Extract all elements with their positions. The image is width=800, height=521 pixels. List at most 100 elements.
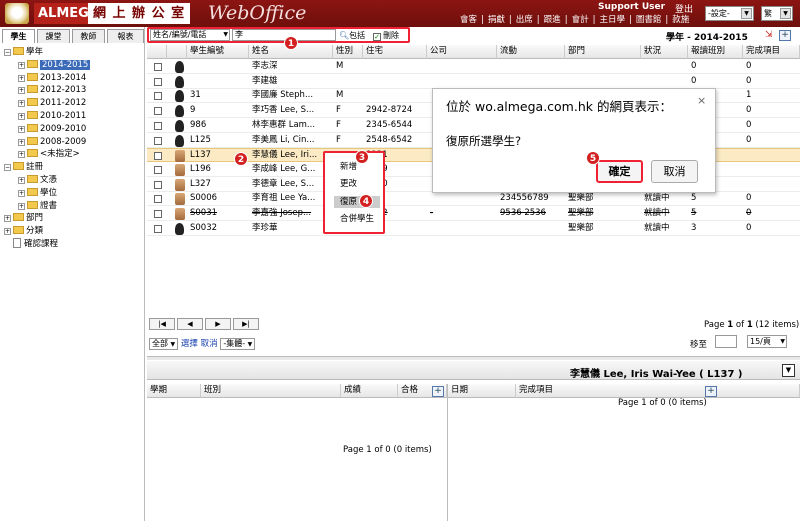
contains-search-button[interactable]: 🔍︎包括 <box>339 30 365 41</box>
column-header[interactable]: 狀況 <box>641 45 688 59</box>
first-page-button[interactable]: |◀ <box>149 318 175 330</box>
row-checkbox[interactable] <box>154 180 162 189</box>
last-page-button[interactable]: ▶| <box>233 318 259 330</box>
row-checkbox[interactable] <box>154 92 162 101</box>
tree-node[interactable]: + 文憑 <box>18 174 57 187</box>
language-select[interactable]: 繁 ▼ <box>761 6 793 21</box>
expand-icon[interactable]: + <box>18 74 25 82</box>
tree-node[interactable]: + 證書 <box>18 200 57 213</box>
close-icon[interactable]: × <box>697 94 706 107</box>
expand-icon[interactable]: + <box>18 138 25 146</box>
table-row[interactable]: 李志深 M 0 0 <box>147 60 800 74</box>
current-user[interactable]: Support User <box>598 2 665 12</box>
expand-icon[interactable]: + <box>18 61 25 69</box>
cancel-link[interactable]: 取消 <box>201 339 218 349</box>
tree-node[interactable]: +2013-2014 <box>18 72 86 85</box>
tree-node[interactable]: 確認課程 <box>4 238 58 251</box>
nav-item[interactable]: 會計 <box>572 15 589 25</box>
collapse-icon[interactable]: − <box>4 164 11 172</box>
settings-select[interactable]: -設定- ▼ <box>705 6 754 21</box>
nav-item[interactable]: 會客 <box>460 15 477 25</box>
tab-classes[interactable]: 課堂 <box>37 29 70 43</box>
menu-item-restore[interactable]: 復原 <box>334 196 380 208</box>
table-row[interactable]: 李建雄 0 0 <box>147 75 800 89</box>
tree-node[interactable]: +2010-2011 <box>18 110 86 123</box>
add-item-button[interactable]: + <box>705 386 717 397</box>
column-header[interactable]: 流動 <box>497 45 565 59</box>
expand-icon[interactable]: + <box>18 177 25 184</box>
tab-reports[interactable]: 報表 <box>107 29 144 43</box>
column-header[interactable]: 報讀班別 <box>688 45 743 59</box>
add-student-button[interactable]: + <box>779 30 791 41</box>
column-header[interactable]: 公司 <box>427 45 497 59</box>
column-header[interactable] <box>147 45 167 59</box>
expand-icon[interactable]: + <box>4 215 11 223</box>
tab-teachers[interactable]: 教師 <box>72 29 105 43</box>
deleted-checkbox[interactable]: ✓ 刪除 <box>373 30 399 41</box>
menu-item-add[interactable]: 新增 <box>334 161 380 173</box>
expand-icon[interactable]: + <box>18 100 25 108</box>
add-record-button[interactable]: + <box>432 386 444 397</box>
scope-select[interactable]: 全部 ▼ <box>149 337 179 350</box>
tree-node[interactable]: +2014-2015 <box>18 59 91 72</box>
column-header[interactable]: 學生編號 <box>187 45 249 59</box>
nav-item[interactable]: 圖書館 <box>636 15 662 25</box>
export-icon[interactable]: ⇲ <box>765 30 775 40</box>
column-header[interactable] <box>167 45 187 59</box>
row-checkbox[interactable] <box>154 107 162 116</box>
tree-node[interactable]: +2012-2013 <box>18 84 86 97</box>
group-select[interactable]: -集體- ▼ <box>220 337 256 350</box>
tree-node[interactable]: +2008-2009 <box>18 136 86 149</box>
expand-icon[interactable]: + <box>18 125 25 133</box>
expand-icon[interactable]: + <box>4 228 11 236</box>
column-header[interactable]: 完成項目 <box>743 45 800 59</box>
expand-icon[interactable]: + <box>18 202 25 210</box>
column-header[interactable]: 部門 <box>565 45 641 59</box>
table-row[interactable]: S0006 李育祖 Lee Ya... 234556789 聖樂部 就讀中 5 0 <box>147 192 800 207</box>
nav-item[interactable]: 跟進 <box>544 15 561 25</box>
row-checkbox[interactable] <box>154 210 162 218</box>
row-checkbox[interactable] <box>154 224 162 233</box>
row-checkbox[interactable] <box>154 77 162 86</box>
cancel-button[interactable]: 取消 <box>651 160 698 183</box>
nav-item[interactable]: 款施 <box>672 15 689 25</box>
row-checkbox[interactable] <box>154 165 162 174</box>
menu-item-merge[interactable]: 合併學生 <box>334 213 380 225</box>
select-link[interactable]: 選擇 <box>181 339 198 349</box>
ok-button[interactable]: 確定 <box>596 160 643 183</box>
search-field-select[interactable]: 姓名/編號/電話 ▼ <box>150 29 230 41</box>
tree-node[interactable]: − 註冊 <box>4 161 43 174</box>
prev-page-button[interactable]: ◀ <box>177 318 203 330</box>
table-row[interactable]: S0031李嘉強 Josep...9512-9536 2536聖樂部就讀中50 <box>147 207 800 221</box>
table-row[interactable]: S0032李珍華F聖樂部就讀中30 <box>147 222 800 236</box>
detail-menu-button[interactable]: ▼ <box>782 364 795 377</box>
row-checkbox[interactable] <box>154 121 162 130</box>
nav-item[interactable]: 捐獻 <box>488 15 505 25</box>
row-checkbox[interactable] <box>154 63 162 71</box>
page-number-input[interactable] <box>715 335 737 348</box>
nav-item[interactable]: 主日學 <box>599 15 625 25</box>
collapse-icon[interactable]: − <box>4 49 11 56</box>
panel-splitter[interactable] <box>147 356 800 360</box>
row-checkbox[interactable] <box>154 195 162 204</box>
row-checkbox[interactable] <box>154 136 162 145</box>
tree-node[interactable]: + 學位 <box>18 187 57 200</box>
column-header[interactable]: 性別 <box>333 45 363 59</box>
page-size-select[interactable]: 15/頁 ▼ <box>747 335 787 348</box>
row-checkbox[interactable] <box>154 152 162 161</box>
expand-icon[interactable]: + <box>18 87 25 95</box>
expand-icon[interactable]: + <box>18 189 25 197</box>
tree-node[interactable]: +2009-2010 <box>18 123 86 136</box>
nav-item[interactable]: 出席 <box>516 15 533 25</box>
column-header[interactable]: 住宅 <box>363 45 427 59</box>
tree-node[interactable]: + 分類 <box>4 225 43 238</box>
next-page-button[interactable]: ▶ <box>205 318 231 330</box>
tree-node[interactable]: − 學年 <box>4 46 43 59</box>
tree-node[interactable]: + <未指定> <box>18 148 80 161</box>
expand-icon[interactable]: + <box>18 151 25 159</box>
menu-item-edit[interactable]: 更改 <box>334 178 380 190</box>
tree-node[interactable]: + 部門 <box>4 212 43 225</box>
tab-students[interactable]: 學生 <box>2 29 35 43</box>
expand-icon[interactable]: + <box>18 113 25 120</box>
tree-node[interactable]: +2011-2012 <box>18 97 86 110</box>
